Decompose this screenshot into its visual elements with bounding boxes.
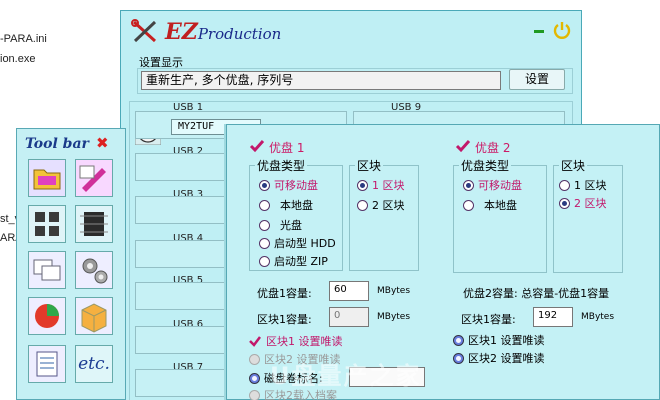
disk-1-type-removable[interactable]: 可移动盘	[259, 177, 318, 193]
disk-1-partition-2[interactable]: 2 区块	[357, 197, 405, 213]
box-icon	[76, 298, 112, 334]
document-button[interactable]	[28, 345, 66, 383]
toolbar-window: Tool bar ✖ etc.	[16, 128, 126, 400]
radio-icon	[559, 197, 570, 209]
disk-1-type-local[interactable]: 本地盘	[259, 197, 313, 213]
edit-button[interactable]	[75, 159, 113, 197]
disk-2-partition-1[interactable]: 1 区块	[559, 177, 607, 193]
disk-2-block-capacity-input[interactable]: 192	[533, 307, 573, 327]
radio-icon	[249, 389, 260, 400]
disk-1-capacity-unit: MBytes	[377, 286, 411, 296]
radio-icon	[259, 219, 270, 231]
radio-icon	[357, 199, 368, 211]
toolbar-close-icon[interactable]: ✖	[96, 134, 109, 152]
disk-1-partition-1[interactable]: 1 区块	[357, 177, 405, 193]
disk-1-block-capacity-input[interactable]: 0	[329, 307, 369, 327]
disk-2-block-capacity-label: 区块1容量:	[461, 313, 516, 326]
radio-icon	[259, 179, 270, 191]
etc-label: etc.	[78, 354, 110, 374]
display-settings-field[interactable]: 重新生产, 多个优盘, 序列号	[141, 71, 501, 90]
usb-devices-button[interactable]	[28, 205, 66, 243]
tools-icon	[131, 19, 157, 43]
windows-button[interactable]	[28, 251, 66, 289]
disk-2-title: 优盘 2	[475, 141, 511, 155]
disk-2-partition-label: 区块	[559, 157, 588, 174]
watermark-text: U盘量产之家	[270, 362, 422, 390]
radio-icon	[357, 179, 368, 191]
disk-1-icon	[249, 140, 265, 153]
disk-2-type-label: 优盘类型	[459, 157, 512, 174]
windows-icon	[29, 252, 65, 288]
disk-1-capacity-label: 优盘1容量:	[257, 287, 312, 300]
disk-2-readonly-1-option[interactable]: 区块1 设置唯读	[453, 332, 545, 348]
radio-icon	[453, 334, 464, 346]
minimize-icon[interactable]	[534, 30, 544, 33]
disk-1-capacity-input[interactable]: 60	[329, 281, 369, 301]
chart-button[interactable]	[28, 297, 66, 335]
radio-icon	[249, 372, 260, 384]
disk-2-partition-2[interactable]: 2 区块	[559, 195, 607, 211]
disk-1-type-label: 优盘类型	[255, 157, 308, 174]
disk-1-title: 优盘 1	[269, 141, 305, 155]
document-icon	[29, 346, 65, 382]
radio-icon	[559, 179, 570, 191]
desktop-file-exe[interactable]: ion.exe	[0, 53, 35, 65]
devices-icon	[29, 206, 65, 242]
disk-1-partition-label: 区块	[355, 157, 384, 174]
etc-button[interactable]: etc.	[75, 345, 113, 383]
radio-icon	[259, 237, 270, 249]
settings-button[interactable]: 设置	[509, 69, 565, 90]
disk-1-type-boot-zip[interactable]: 启动型 ZIP	[259, 253, 328, 269]
radio-icon	[249, 353, 260, 365]
chip-button[interactable]	[75, 205, 113, 243]
disk-2-capacity-text: 优盘2容量: 总容量-优盘1容量	[463, 287, 610, 300]
disk-2-icon	[455, 140, 471, 153]
package-button[interactable]	[75, 297, 113, 335]
app-title: EZProduction	[165, 19, 282, 45]
chip-icon	[76, 206, 112, 242]
disk-1-block-capacity-unit: MBytes	[377, 312, 411, 322]
radio-icon	[453, 352, 464, 364]
radio-icon	[259, 255, 270, 267]
pie-chart-icon	[29, 298, 65, 334]
edit-icon	[76, 160, 112, 196]
folder-icon	[29, 160, 65, 196]
radio-icon	[463, 179, 474, 191]
disk-1-block-capacity-label: 区块1容量:	[257, 313, 312, 326]
radio-icon	[463, 199, 474, 211]
disk-2-type-local[interactable]: 本地盘	[463, 197, 517, 213]
disk-2-type-removable[interactable]: 可移动盘	[463, 177, 522, 193]
disk-2-block-capacity-unit: MBytes	[581, 312, 615, 322]
check-icon	[249, 336, 261, 347]
settings-gear-button[interactable]	[75, 251, 113, 289]
desktop-file-ini[interactable]: -PARA.ini	[0, 33, 47, 45]
open-folder-button[interactable]	[28, 159, 66, 197]
gear-icon	[76, 252, 112, 288]
toolbar-title: Tool bar	[25, 136, 89, 152]
power-icon[interactable]	[553, 21, 571, 39]
disk-1-type-cdrom[interactable]: 光盘	[259, 217, 302, 233]
disk-2-readonly-2-option[interactable]: 区块2 设置唯读	[453, 350, 545, 366]
disk-1-readonly-1-option[interactable]: 区块1 设置唯读	[249, 333, 343, 349]
radio-icon	[259, 199, 270, 211]
disk-1-type-boot-hdd[interactable]: 启动型 HDD	[259, 235, 336, 251]
